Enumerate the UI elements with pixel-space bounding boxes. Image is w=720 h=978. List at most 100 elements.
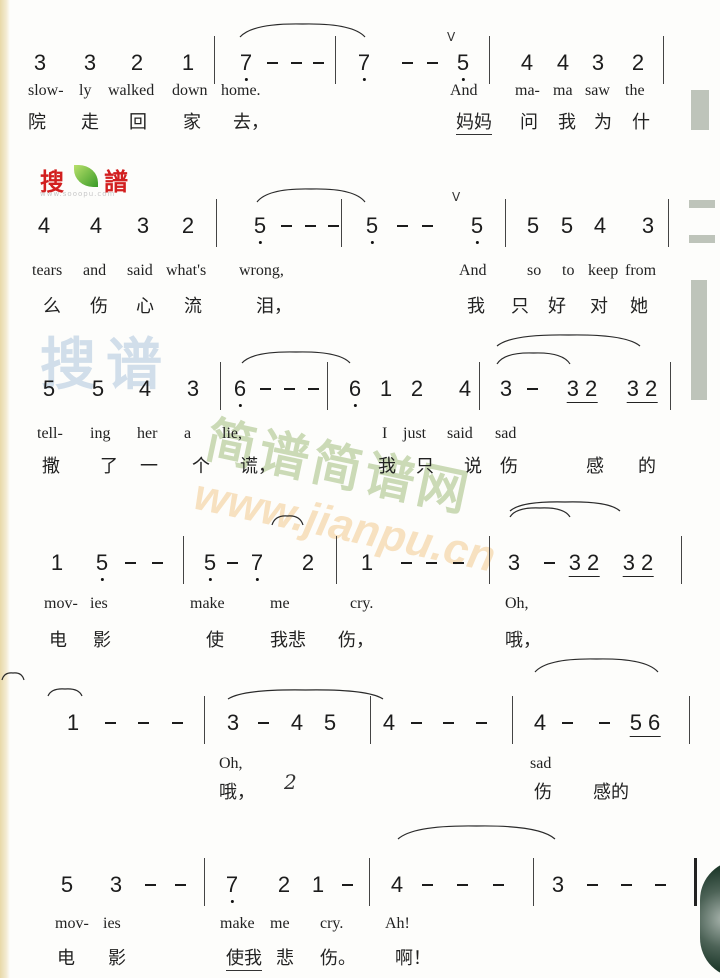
barline	[694, 858, 697, 906]
barline	[214, 36, 215, 84]
lyric-english: make	[190, 595, 225, 612]
note: 5	[253, 213, 267, 244]
lyric-chinese: 一	[140, 456, 158, 477]
lyric-english: And	[459, 262, 487, 279]
note-digit: 4	[382, 710, 396, 735]
note-digit: 1	[50, 550, 64, 575]
note: 4	[521, 52, 533, 74]
slur-path	[271, 515, 304, 526]
dash-extension	[621, 884, 632, 886]
barline	[689, 696, 690, 744]
eighth-underline	[568, 576, 600, 577]
lyric-chinese: 心	[136, 296, 154, 317]
note-digit: 3 2	[622, 550, 654, 575]
slur-tie	[397, 825, 556, 840]
slur-tie	[509, 507, 571, 518]
dash-extension	[457, 884, 468, 886]
note: 5	[61, 874, 73, 896]
slur-path	[509, 507, 571, 518]
logo-url: www.sooopu.com	[40, 190, 116, 198]
note-digit: 1	[379, 376, 393, 401]
note: 3	[187, 378, 199, 400]
lyric-chinese: 伤	[90, 296, 108, 317]
lyric-english: and	[83, 262, 107, 279]
note-digit: 3	[83, 50, 97, 75]
lyric-english: sad	[530, 755, 552, 772]
lyric-english: home.	[221, 82, 261, 99]
eighth-underline	[626, 402, 658, 403]
barline	[220, 362, 221, 410]
note-digit: 2	[410, 376, 424, 401]
note: 3	[227, 712, 239, 734]
lyric-chinese: 的	[638, 456, 656, 477]
note: 5	[527, 215, 539, 237]
note-digit: 2	[301, 550, 315, 575]
note: 4	[534, 712, 546, 734]
lyric-chinese: 撒	[42, 456, 60, 477]
barline	[489, 536, 490, 584]
slur-tie	[241, 351, 351, 364]
lyric-chinese: 对	[590, 296, 608, 317]
lyric-english: Ah!	[385, 915, 410, 932]
lyric-chinese: 院	[28, 112, 46, 133]
lyric-english: tell-	[37, 425, 63, 442]
note-digit: 2	[130, 50, 144, 75]
dash-extension	[125, 562, 136, 564]
dash-extension	[152, 562, 163, 564]
note: 5 6	[629, 712, 661, 737]
dash-extension	[426, 562, 437, 564]
note-digit: 5	[365, 213, 379, 238]
lyric-chinese: 了	[100, 456, 118, 477]
lyric-english: lie,	[222, 425, 242, 442]
barline	[505, 199, 506, 247]
slur-path	[47, 688, 83, 697]
lyric-chinese: 使我	[226, 944, 262, 971]
lyric-chinese: 我	[558, 112, 576, 133]
low-octave-dot	[475, 241, 479, 244]
low-octave-dot	[370, 241, 374, 244]
lyric-english: the	[625, 82, 645, 99]
lyric-chinese: 么	[43, 296, 61, 317]
lyric-chinese: 伤。	[320, 948, 356, 969]
dash-extension	[427, 62, 438, 64]
lyric-english: ing	[90, 425, 111, 442]
barline	[369, 858, 370, 906]
note-digit: 1	[311, 872, 325, 897]
lyric-chinese: 泪，	[256, 296, 292, 317]
note: 3 2	[566, 378, 598, 403]
page-number: 2	[284, 770, 297, 794]
lyric-chinese: 我悲	[270, 630, 306, 651]
dash-extension	[422, 884, 433, 886]
note: 1	[67, 712, 79, 734]
lyric-english: to	[562, 262, 575, 279]
dash-extension	[328, 225, 339, 227]
note-digit: 5	[253, 213, 267, 238]
note-digit: 6	[348, 376, 362, 401]
note: 1	[380, 378, 392, 400]
slur-path	[496, 334, 641, 347]
lyric-chinese: 哦，	[505, 630, 541, 651]
lyric-chinese: 电	[57, 948, 75, 969]
lyric-english: sad	[495, 425, 517, 442]
note: 6	[234, 378, 246, 407]
note-digit: 3	[136, 213, 150, 238]
note: 3	[642, 215, 654, 237]
barline	[670, 362, 671, 410]
leaf-icon	[74, 165, 98, 187]
dash-extension	[105, 722, 116, 724]
note-digit: 5	[560, 213, 574, 238]
note: 5	[92, 378, 104, 400]
note-digit: 4	[138, 376, 152, 401]
lyric-english: ies	[90, 595, 108, 612]
low-octave-dot	[362, 78, 366, 81]
lyric-english: Oh,	[219, 755, 243, 772]
breath-mark: V	[452, 190, 461, 204]
note-digit: 4	[556, 50, 570, 75]
low-octave-dot	[244, 78, 248, 81]
low-octave-dot	[230, 900, 234, 903]
lyric-chinese: 走	[81, 112, 99, 133]
lyric-english: me	[270, 595, 290, 612]
lyric-chinese: 感的	[593, 782, 629, 803]
lyric-english: a	[184, 425, 192, 442]
note-digit: 5	[95, 550, 109, 575]
